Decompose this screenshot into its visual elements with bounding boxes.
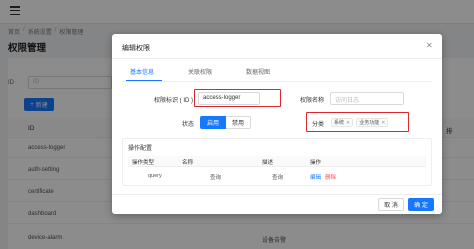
op-desc-cell[interactable]: 查询: [272, 173, 283, 181]
tabs-divider: [122, 81, 432, 82]
edit-permission-modal: 编辑权限 ✕ 基本信息 关联权限 数据视图 权限标识 ( ID ) access…: [112, 34, 442, 214]
status-toggle: 启用 禁用: [200, 116, 252, 129]
cancel-button[interactable]: 取 消: [378, 198, 404, 211]
tab-related-permissions[interactable]: 关联权限: [188, 67, 212, 76]
tab-data-view[interactable]: 数据视图: [246, 67, 270, 76]
name-field-input[interactable]: 访问日志: [330, 92, 404, 105]
operations-table-header: [128, 156, 426, 167]
operations-title: 操作配置: [128, 146, 153, 152]
op-name-cell[interactable]: 查询: [210, 173, 221, 181]
status-enabled-option[interactable]: 启用: [200, 116, 227, 129]
modal-title: 编辑权限: [122, 45, 150, 52]
ok-button[interactable]: 确 定: [408, 198, 434, 211]
status-disabled-option[interactable]: 禁用: [226, 116, 252, 129]
modal-tabs: 基本信息 关联权限 数据视图: [112, 67, 442, 82]
modal-footer-divider: [112, 194, 442, 195]
id-field-label: 权限标识 ( ID ): [154, 98, 193, 104]
status-field-label: 状态: [182, 122, 195, 128]
column-header-op-type: 操作类型: [132, 160, 155, 166]
op-type-cell[interactable]: query: [148, 173, 162, 179]
modal-header-divider: [112, 58, 442, 59]
highlight-box-category: [306, 112, 409, 132]
column-header-op-name: 名称: [182, 160, 194, 166]
op-delete-link[interactable]: 删除: [325, 173, 336, 181]
tab-basic-info[interactable]: 基本信息: [130, 67, 154, 76]
op-edit-link[interactable]: 编辑: [310, 173, 321, 181]
close-icon[interactable]: ✕: [426, 42, 433, 50]
column-header-op-actions: 操作: [310, 160, 322, 166]
column-header-op-desc: 描述: [262, 160, 274, 166]
name-field-label: 权限名称: [300, 98, 325, 104]
highlight-box-id: [194, 89, 281, 107]
